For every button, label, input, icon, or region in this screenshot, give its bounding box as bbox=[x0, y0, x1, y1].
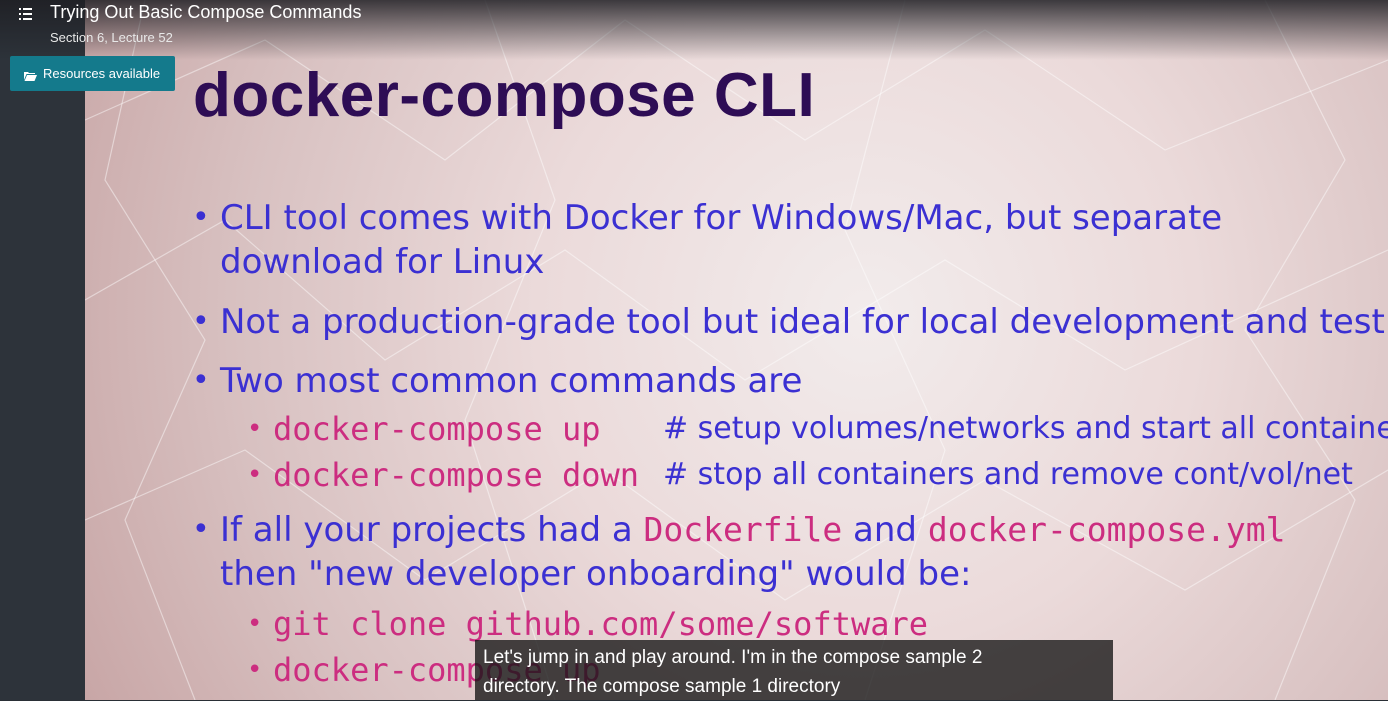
video-caption: Let's jump in and play around. I'm in th… bbox=[475, 640, 1113, 700]
sub-bullet-dot: • bbox=[247, 609, 263, 639]
onboarding-step-clone: • git clone github.com/some/software bbox=[247, 604, 929, 644]
bullet-dot: • bbox=[192, 304, 210, 339]
command-comment-down: # stop all containers and remove cont/vo… bbox=[663, 457, 1353, 492]
bullet-text-line1: If all your projects had a Dockerfile an… bbox=[220, 508, 1285, 552]
lecture-subtitle: Section 6, Lecture 52 bbox=[50, 30, 173, 45]
bullet-text-line2: then "new developer onboarding" would be… bbox=[220, 554, 972, 594]
bullet-dot: • bbox=[192, 363, 210, 398]
bullet-prefix: If all your projects had a bbox=[220, 510, 633, 550]
sub-bullet-dot: • bbox=[247, 414, 263, 444]
command-code: docker-compose up bbox=[273, 410, 601, 448]
slide-title: docker-compose CLI bbox=[193, 61, 816, 130]
sidebar bbox=[0, 0, 85, 700]
command-comment-up: # setup volumes/networks and start all c… bbox=[663, 411, 1388, 446]
bullet-common-commands: • Two most common commands are bbox=[192, 359, 803, 403]
sub-bullet-dot: • bbox=[247, 460, 263, 490]
resources-available-button[interactable]: Resources available bbox=[10, 56, 175, 91]
bullet-middle: and bbox=[853, 510, 918, 550]
command-item-down: • docker-compose down bbox=[247, 455, 640, 495]
bullet-text: Not a production-grade tool but ideal fo… bbox=[220, 302, 1385, 342]
caption-line1: Let's jump in and play around. I'm in th… bbox=[483, 647, 983, 668]
bullet-cli-tool: • CLI tool comes with Docker for Windows… bbox=[192, 196, 1223, 284]
caption-line2: directory. The compose sample 1 director… bbox=[483, 676, 841, 697]
sub-bullet-dot: • bbox=[247, 655, 263, 685]
folder-open-icon bbox=[24, 69, 37, 81]
command-code: docker-compose down bbox=[273, 456, 640, 494]
bullet-text-line1: CLI tool comes with Docker for Windows/M… bbox=[220, 198, 1223, 238]
code-compose-yml: docker-compose.yml bbox=[927, 510, 1286, 549]
bullet-not-production: • Not a production-grade tool but ideal … bbox=[192, 300, 1385, 344]
bullet-dot: • bbox=[192, 512, 210, 547]
bullet-text: Two most common commands are bbox=[220, 361, 803, 401]
bullet-onboarding: • If all your projects had a Dockerfile … bbox=[192, 508, 1285, 596]
bullet-text-line2: download for Linux bbox=[220, 242, 545, 282]
list-icon[interactable] bbox=[17, 5, 35, 23]
command-item-up: • docker-compose up bbox=[247, 409, 601, 449]
onboarding-code: git clone github.com/some/software bbox=[273, 605, 929, 643]
lecture-header: Trying Out Basic Compose Commands Sectio… bbox=[0, 0, 1388, 60]
video-slide[interactable]: docker-compose CLI • CLI tool comes with… bbox=[85, 0, 1388, 700]
bullet-dot: • bbox=[192, 200, 210, 235]
lecture-title: Trying Out Basic Compose Commands bbox=[50, 2, 362, 22]
code-dockerfile: Dockerfile bbox=[643, 510, 843, 549]
resources-label: Resources available bbox=[43, 66, 161, 81]
